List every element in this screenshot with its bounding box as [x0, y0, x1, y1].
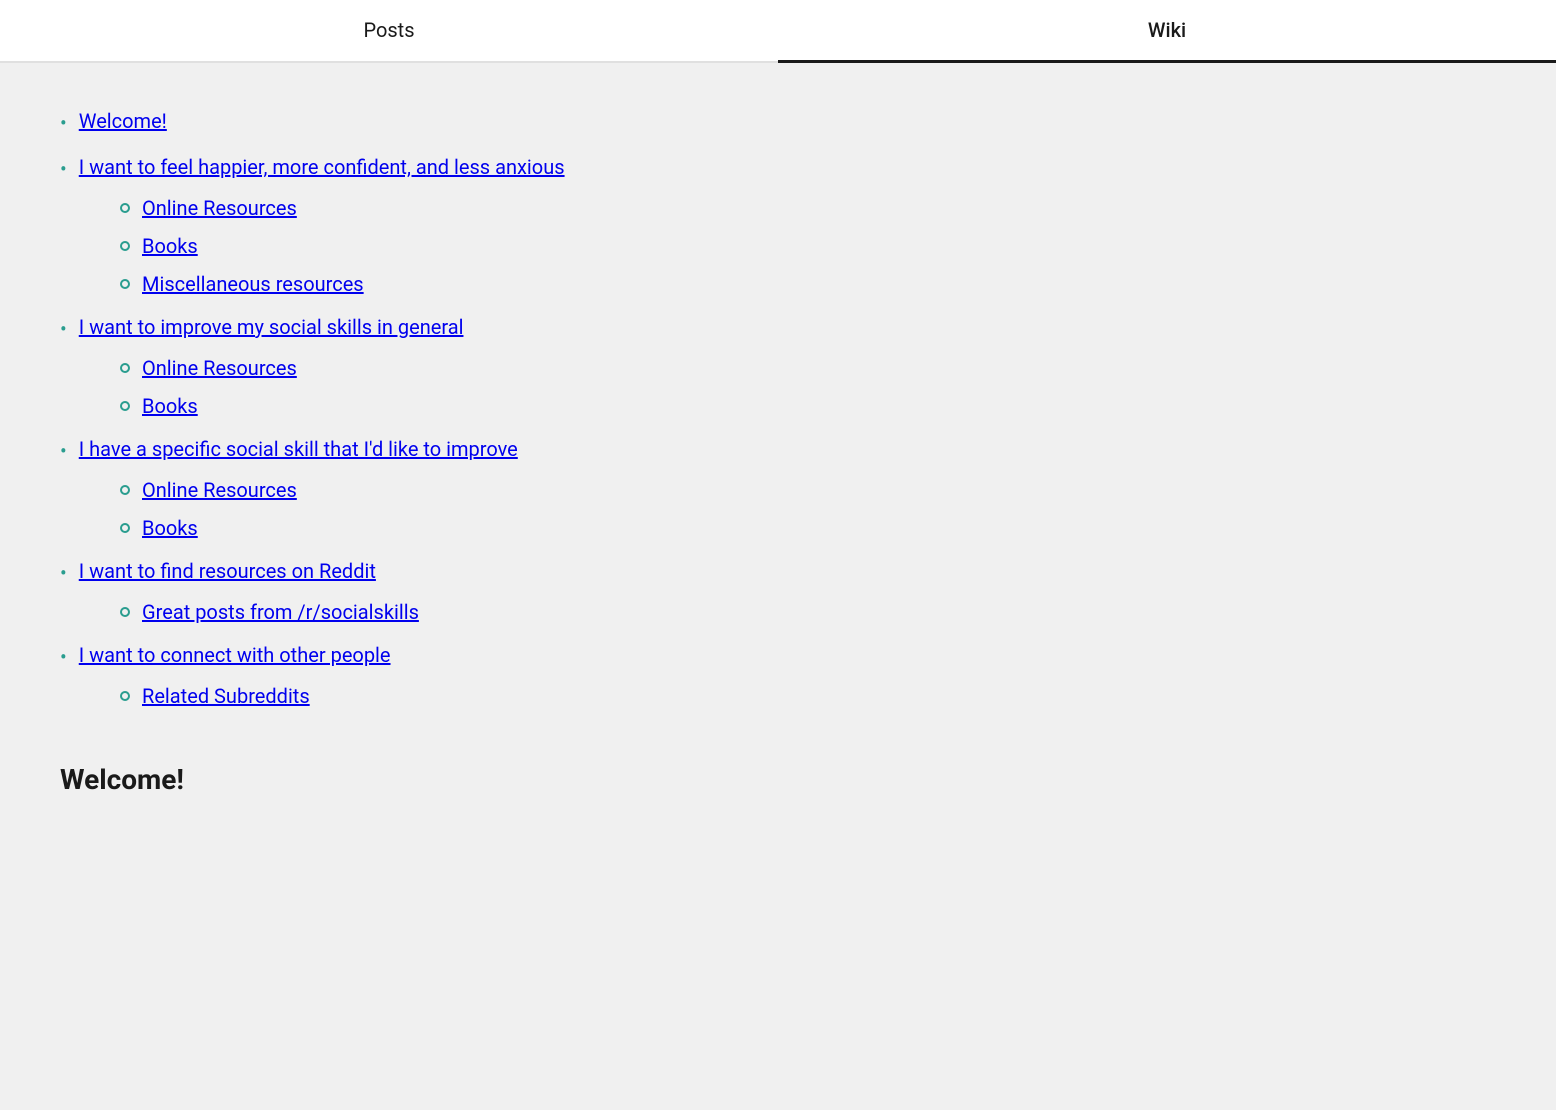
sub-bullet-icon — [120, 485, 130, 495]
section-heading-welcome: Welcome! — [60, 753, 1240, 796]
content-area: • Welcome! • I want to feel happier, mor… — [0, 63, 1300, 856]
sub-bullet-icon — [120, 691, 130, 701]
list-item: Related Subreddits — [120, 679, 1240, 713]
link-specific-books[interactable]: Books — [142, 516, 198, 540]
list-item-connect: • I want to connect with other people Re… — [60, 637, 1240, 713]
sub-bullet-icon — [120, 203, 130, 213]
main-nav-list: • Welcome! • I want to feel happier, mor… — [60, 103, 1240, 713]
list-item-happier: • I want to feel happier, more confident… — [60, 149, 1240, 301]
list-item-reddit: • I want to find resources on Reddit Gre… — [60, 553, 1240, 629]
bullet-icon: • — [60, 645, 67, 669]
link-specific-online[interactable]: Online Resources — [142, 478, 297, 502]
list-item-welcome: • Welcome! — [60, 103, 1240, 141]
link-connect[interactable]: I want to connect with other people — [79, 643, 391, 667]
list-item: Books — [120, 389, 1240, 423]
sub-bullet-icon — [120, 363, 130, 373]
link-welcome[interactable]: Welcome! — [79, 109, 167, 133]
bullet-icon: • — [60, 439, 67, 463]
link-reddit[interactable]: I want to find resources on Reddit — [79, 559, 376, 583]
tab-posts[interactable]: Posts — [0, 0, 778, 63]
link-happier[interactable]: I want to feel happier, more confident, … — [79, 155, 565, 179]
list-item: Miscellaneous resources — [120, 267, 1240, 301]
sub-list-reddit: Great posts from /r/socialskills — [120, 595, 1240, 629]
link-specific[interactable]: I have a specific social skill that I'd … — [79, 437, 518, 461]
bullet-icon: • — [60, 157, 67, 181]
link-happier-books[interactable]: Books — [142, 234, 198, 258]
sub-list-happier: Online Resources Books Miscellaneous res… — [120, 191, 1240, 301]
tab-wiki[interactable]: Wiki — [778, 0, 1556, 63]
list-item: Books — [120, 229, 1240, 263]
link-connect-subreddits[interactable]: Related Subreddits — [142, 684, 310, 708]
sub-list-specific: Online Resources Books — [120, 473, 1240, 545]
sub-list-social: Online Resources Books — [120, 351, 1240, 423]
bullet-icon: • — [60, 111, 67, 135]
sub-bullet-icon — [120, 279, 130, 289]
link-reddit-posts[interactable]: Great posts from /r/socialskills — [142, 600, 419, 624]
link-social-online[interactable]: Online Resources — [142, 356, 297, 380]
link-happier-online[interactable]: Online Resources — [142, 196, 297, 220]
bullet-icon: • — [60, 561, 67, 585]
sub-bullet-icon — [120, 523, 130, 533]
list-item: Online Resources — [120, 191, 1240, 225]
link-social-skills[interactable]: I want to improve my social skills in ge… — [79, 315, 464, 339]
list-item: Great posts from /r/socialskills — [120, 595, 1240, 629]
list-item: Online Resources — [120, 473, 1240, 507]
link-happier-misc[interactable]: Miscellaneous resources — [142, 272, 364, 296]
list-item: Books — [120, 511, 1240, 545]
list-item: Online Resources — [120, 351, 1240, 385]
link-social-books[interactable]: Books — [142, 394, 198, 418]
tab-bar: Posts Wiki — [0, 0, 1556, 63]
sub-list-connect: Related Subreddits — [120, 679, 1240, 713]
sub-bullet-icon — [120, 241, 130, 251]
list-item-specific: • I have a specific social skill that I'… — [60, 431, 1240, 545]
bullet-icon: • — [60, 317, 67, 341]
sub-bullet-icon — [120, 401, 130, 411]
list-item-social-skills: • I want to improve my social skills in … — [60, 309, 1240, 423]
sub-bullet-icon — [120, 607, 130, 617]
